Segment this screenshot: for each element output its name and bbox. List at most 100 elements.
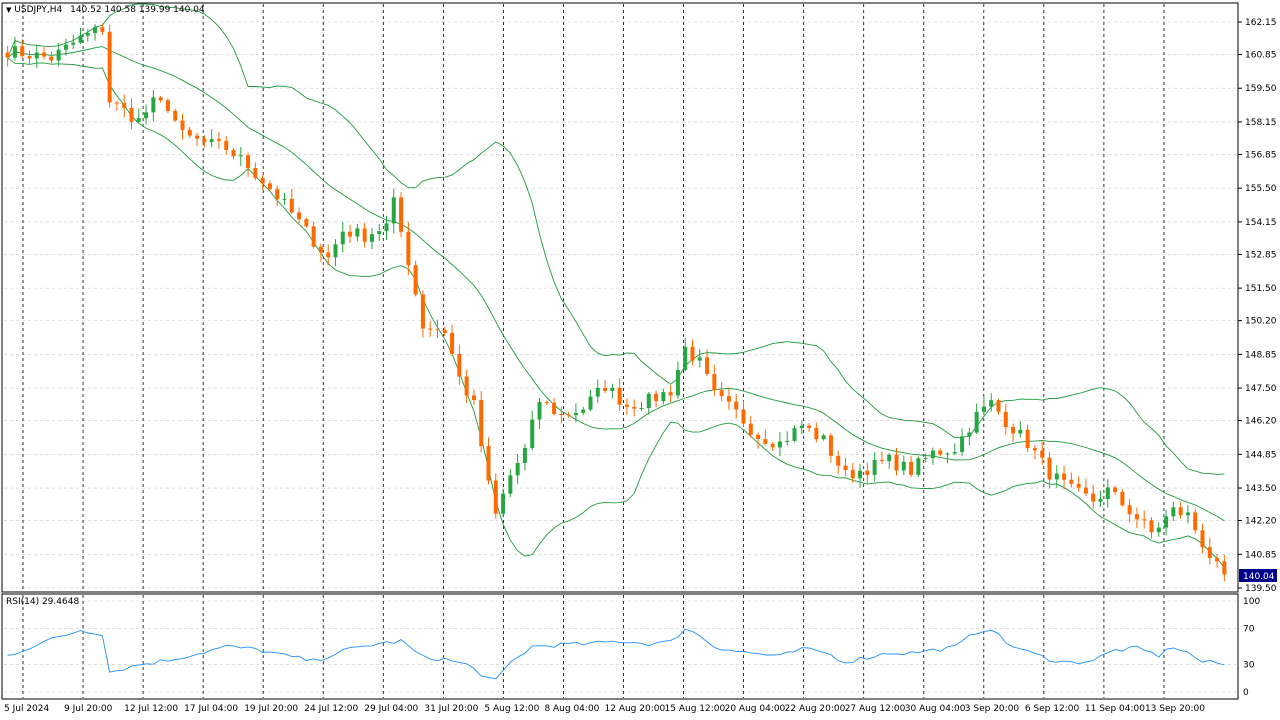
candle[interactable] [49,51,54,64]
candle[interactable] [107,24,112,108]
candle[interactable] [1032,444,1037,460]
candlestick-series[interactable] [5,23,1227,582]
candle[interactable] [151,89,156,122]
candle[interactable] [807,423,812,433]
candle[interactable] [639,401,644,411]
candle[interactable] [1164,510,1169,536]
candle[interactable] [923,453,928,463]
candle[interactable] [588,389,593,411]
candle[interactable] [573,403,578,423]
candle[interactable] [734,394,739,419]
candle[interactable] [297,207,302,224]
candle[interactable] [865,462,870,485]
candle[interactable] [165,98,170,114]
candle[interactable] [559,406,564,424]
candle[interactable] [464,369,469,403]
candle[interactable] [595,379,600,403]
candle[interactable] [391,188,396,234]
candle[interactable] [1120,488,1125,507]
candle[interactable] [960,428,965,457]
candle[interactable] [552,397,557,416]
candle[interactable] [610,383,615,399]
candle[interactable] [333,239,338,267]
candle[interactable] [1178,501,1183,519]
candle[interactable] [122,94,127,118]
candle[interactable] [114,100,119,111]
candle[interactable] [522,443,527,471]
candle[interactable] [748,416,753,438]
candle[interactable] [996,398,1001,415]
candle[interactable] [1011,423,1016,443]
candle[interactable] [858,464,863,488]
candle[interactable] [129,98,134,130]
candle[interactable] [318,243,323,262]
candle[interactable] [901,455,906,476]
candle[interactable] [828,433,833,463]
candle[interactable] [1222,555,1227,582]
candle[interactable] [224,136,229,155]
candle[interactable] [690,339,695,366]
candle[interactable] [566,411,571,419]
candle[interactable] [879,451,884,464]
candle[interactable] [1156,522,1161,537]
candle[interactable] [1025,424,1030,453]
candle[interactable] [457,344,462,385]
chart-canvas[interactable]: 162.15 160.85 159.50 158.15 156.85 155.50 154.… [0,0,1280,720]
candle[interactable] [413,260,418,297]
candle[interactable] [158,95,163,103]
candle[interactable] [78,27,83,45]
candle[interactable] [1200,523,1205,554]
candle[interactable] [355,224,360,242]
candle[interactable] [304,217,309,228]
candle[interactable] [289,188,294,215]
candle[interactable] [428,321,433,337]
candle[interactable] [180,113,185,140]
candle[interactable] [974,403,979,434]
candle[interactable] [1149,517,1154,539]
candle[interactable] [1062,465,1067,490]
candle[interactable] [1113,485,1118,496]
price-axis[interactable]: 162.15 160.85 159.50 158.15 156.85 155.50 154.… [1238,18,1277,594]
candle[interactable] [231,148,236,160]
candle[interactable] [27,50,32,65]
candle[interactable] [1018,421,1023,438]
candle[interactable] [603,380,608,394]
candle[interactable] [617,378,622,411]
candle[interactable] [887,452,892,469]
candle[interactable] [348,224,353,243]
candle[interactable] [930,447,935,465]
candle[interactable] [311,221,316,249]
candle[interactable] [195,132,200,146]
candle[interactable] [872,452,877,482]
candle[interactable] [763,429,768,446]
candle[interactable] [814,422,819,443]
dropdown-arrow-icon[interactable]: ▼ [6,6,11,14]
candle[interactable] [1171,501,1176,521]
candle[interactable] [785,431,790,446]
candle[interactable] [20,39,25,59]
candle[interactable] [136,108,141,124]
candle[interactable] [260,174,265,190]
candle[interactable] [486,437,491,485]
candle[interactable] [661,388,666,405]
candle[interactable] [916,456,921,477]
candle[interactable] [1069,472,1074,488]
candle[interactable] [544,400,549,406]
candle[interactable] [501,488,506,517]
candle[interactable] [1142,510,1147,529]
candle[interactable] [654,390,659,408]
candle[interactable] [909,456,914,478]
candle[interactable] [938,448,943,457]
candle[interactable] [952,443,957,456]
candle[interactable] [1105,479,1110,508]
candle[interactable] [369,227,374,250]
candle[interactable] [1207,537,1212,565]
candle[interactable] [1193,508,1198,534]
candle[interactable] [246,152,251,178]
candle[interactable] [420,290,425,338]
candle[interactable] [377,224,382,241]
candle[interactable] [1076,476,1081,492]
candle[interactable] [479,391,484,453]
candle[interactable] [450,324,455,357]
candle[interactable] [71,34,76,50]
